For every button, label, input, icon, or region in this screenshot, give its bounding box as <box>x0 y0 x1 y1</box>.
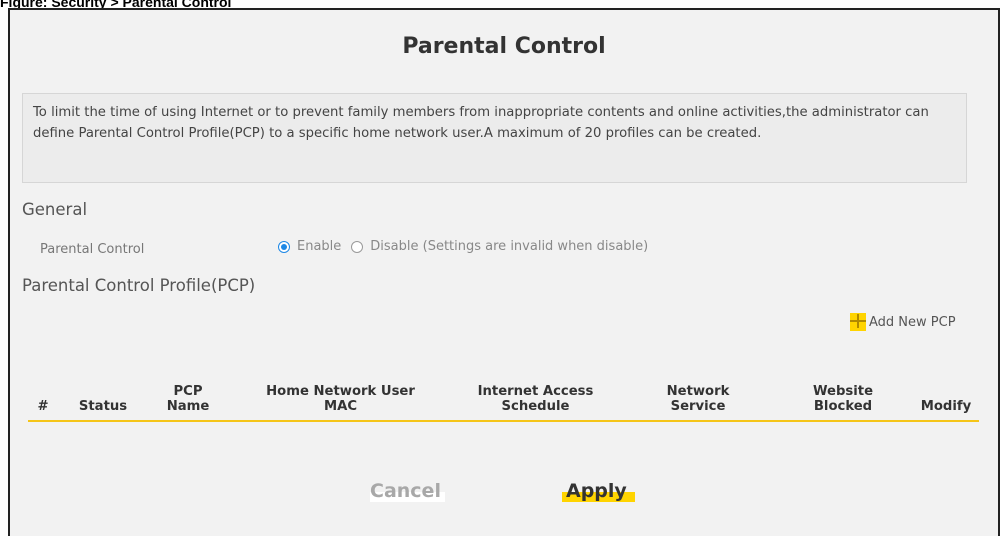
parental-control-label: Parental Control <box>40 242 145 257</box>
plus-icon <box>850 313 866 331</box>
apply-button[interactable]: Apply <box>562 480 635 502</box>
disable-radio[interactable] <box>351 240 364 253</box>
disable-option[interactable]: Disable (Settings are invalid when disab… <box>351 239 648 254</box>
column-header-modify: Modify <box>920 399 972 414</box>
column-header-pcp-name: PCP Name <box>166 384 210 414</box>
figure-caption: Figure: Security > Parental Control <box>0 0 232 8</box>
parental-control-radio-group: Enable Disable (Settings are invalid whe… <box>278 239 658 254</box>
enable-radio[interactable] <box>278 240 290 253</box>
column-header-mac: Home Network User MAC <box>266 384 415 414</box>
cancel-button[interactable]: Cancel <box>370 480 445 502</box>
enable-option[interactable]: Enable <box>278 239 341 254</box>
add-new-pcp-button[interactable]: Add New PCP <box>850 313 956 331</box>
add-new-pcp-label: Add New PCP <box>869 314 956 330</box>
column-header-index: # <box>37 399 49 414</box>
column-header-network-service: Network Service <box>666 384 730 414</box>
enable-label: Enable <box>297 239 342 254</box>
info-description: To limit the time of using Internet or t… <box>22 93 967 183</box>
parental-control-panel: Parental Control To limit the time of us… <box>8 8 1000 536</box>
pcp-heading: Parental Control Profile(PCP) <box>22 276 256 295</box>
page-title: Parental Control <box>402 34 606 59</box>
column-header-status: Status <box>78 399 128 414</box>
pcp-table-header: # Status PCP Name Home Network User MAC … <box>28 380 979 422</box>
column-header-website-blocked: Website Blocked <box>812 384 874 414</box>
disable-label: Disable (Settings are invalid when disab… <box>370 239 649 254</box>
general-heading: General <box>22 200 88 219</box>
column-header-schedule: Internet Access Schedule <box>477 384 594 414</box>
